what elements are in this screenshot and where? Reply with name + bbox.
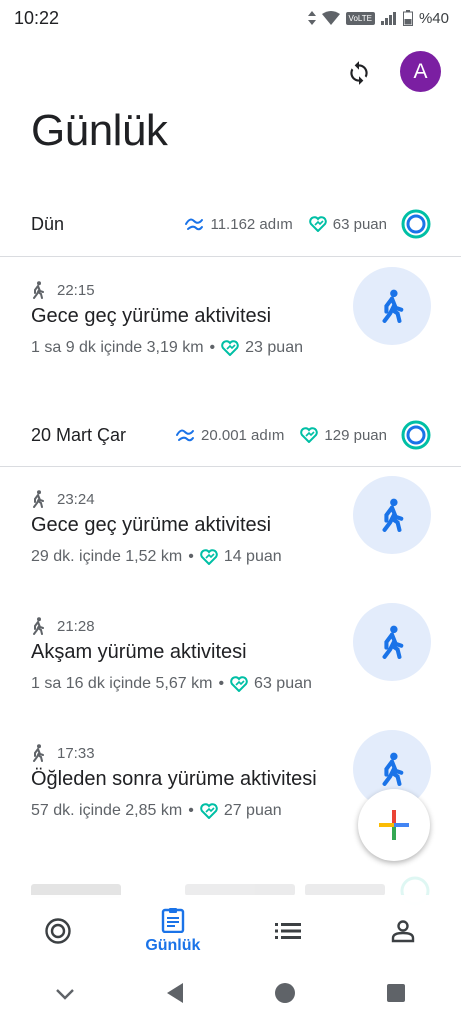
separator-dot: •: [188, 802, 194, 819]
day-stats: 20.001 adım 129 puan: [175, 420, 431, 450]
goal-ring-icon: [401, 209, 431, 239]
plus-icon: [379, 810, 409, 840]
battery-icon: [402, 10, 413, 26]
activity-type-badge: [353, 267, 431, 345]
heart-points-icon: [221, 340, 239, 356]
nav-browse[interactable]: [231, 895, 346, 967]
person-icon: [392, 920, 415, 943]
separator-dot: •: [218, 675, 225, 692]
add-button[interactable]: [358, 789, 430, 861]
status-bar: 10:22 VoLTE %40: [0, 0, 461, 36]
day-label: 20 Mart Çar: [31, 424, 127, 445]
activity-summary: 57 dk. içinde 2,85 km: [31, 802, 183, 819]
activity-type-badge: [353, 476, 431, 554]
activity-type-badge: [353, 603, 431, 681]
points-count: 63 puan: [332, 215, 387, 233]
wifi-icon: [321, 11, 340, 25]
back-triangle-icon: [166, 983, 183, 1003]
sync-button[interactable]: [340, 54, 378, 92]
activity-summary-row: 29 dk. içinde 1,52 km • 14 puan: [31, 548, 282, 566]
day-label: Dün: [31, 213, 65, 234]
divider: [0, 256, 461, 257]
heart-points-icon: [300, 427, 319, 443]
nav-home[interactable]: [0, 895, 115, 967]
goal-ring-icon: [401, 420, 431, 450]
clipboard-icon: [161, 908, 185, 933]
data-arrows-icon: [307, 11, 316, 25]
activity-points: 27 puan: [223, 802, 282, 819]
day-stats: 11.162 adım 63 puan: [184, 209, 431, 239]
nav-journal[interactable]: Günlük: [115, 895, 230, 967]
activity-time: 21:28: [57, 617, 95, 635]
list-icon: [275, 923, 302, 939]
nav-profile[interactable]: [346, 895, 461, 967]
volte-badge: VoLTE: [345, 11, 375, 25]
nav-journal-label: Günlük: [145, 937, 201, 954]
bottom-navigation: Günlük: [0, 895, 461, 967]
activity-summary: 29 dk. içinde 1,52 km: [31, 548, 183, 565]
collapse-button[interactable]: [55, 987, 75, 1005]
recents-square-icon: [387, 984, 406, 1002]
day-header[interactable]: Dün 11.162 adım 63 puan: [0, 201, 461, 247]
activity-summary-row: 1 sa 9 dk içinde 3,19 km • 23 puan: [31, 339, 303, 357]
status-time: 10:22: [14, 7, 60, 28]
steps-icon: [185, 218, 204, 231]
divider: [0, 466, 461, 467]
steps-count: 11.162 adım: [210, 215, 293, 233]
activity-points: 23 puan: [245, 339, 303, 356]
activity-time: 23:24: [57, 490, 95, 508]
activity-title: Gece geç yürüme aktivitesi: [31, 514, 272, 536]
activity-title: Öğleden sonra yürüme aktivitesi: [31, 768, 317, 790]
steps-icon: [176, 429, 195, 442]
activity-summary-row: 57 dk. içinde 2,85 km • 27 puan: [31, 802, 282, 820]
heart-points-icon: [200, 549, 218, 565]
signal-icon: [380, 12, 396, 25]
steps-count: 20.001 adım: [201, 426, 285, 444]
walking-icon: [33, 617, 44, 635]
activity-summary: 1 sa 9 dk içinde 3,19 km: [31, 339, 204, 356]
activity-time: 22:15: [57, 281, 95, 299]
activity-time: 17:33: [57, 744, 95, 762]
activity-title: Gece geç yürüme aktivitesi: [31, 305, 272, 327]
walking-icon: [33, 744, 44, 762]
walking-icon: [382, 498, 404, 532]
home-circle-icon: [275, 983, 296, 1003]
activity-item[interactable]: 22:15 Gece geç yürüme aktivitesi 1 sa 9 …: [0, 267, 461, 391]
walking-icon: [33, 281, 44, 299]
status-icons: VoLTE %40: [307, 9, 449, 27]
page-title: Günlük: [31, 106, 168, 155]
avatar[interactable]: A: [400, 51, 441, 92]
activity-item[interactable]: 21:28 Akşam yürüme aktivitesi 1 sa 16 dk…: [0, 603, 461, 727]
activity-rings-icon: [44, 918, 71, 944]
heart-points-icon: [309, 216, 327, 232]
home-button[interactable]: [274, 982, 296, 1009]
walking-icon: [382, 752, 404, 786]
activity-item[interactable]: 23:24 Gece geç yürüme aktivitesi 29 dk. …: [0, 476, 461, 600]
walking-icon: [382, 289, 404, 323]
activity-points: 63 puan: [254, 675, 312, 692]
system-navigation-bar: [0, 967, 461, 1024]
back-button[interactable]: [165, 982, 185, 1009]
walking-icon: [33, 490, 44, 508]
separator-dot: •: [209, 339, 216, 356]
day-header[interactable]: 20 Mart Çar 20.001 adım 129 puan: [0, 412, 461, 458]
chevron-down-icon: [56, 988, 74, 1000]
points-count: 129 puan: [324, 426, 387, 444]
separator-dot: •: [188, 548, 194, 565]
activity-points: 14 puan: [223, 548, 282, 565]
battery-percent: %40: [418, 9, 449, 27]
heart-points-icon: [230, 676, 248, 692]
activity-summary: 1 sa 16 dk içinde 5,67 km: [31, 675, 213, 692]
activity-title: Akşam yürüme aktivitesi: [31, 641, 247, 663]
recents-button[interactable]: [386, 983, 406, 1008]
heart-points-icon: [200, 803, 218, 819]
sync-icon: [350, 61, 368, 85]
activity-summary-row: 1 sa 16 dk içinde 5,67 km • 63 puan: [31, 675, 312, 693]
walking-icon: [382, 625, 404, 659]
